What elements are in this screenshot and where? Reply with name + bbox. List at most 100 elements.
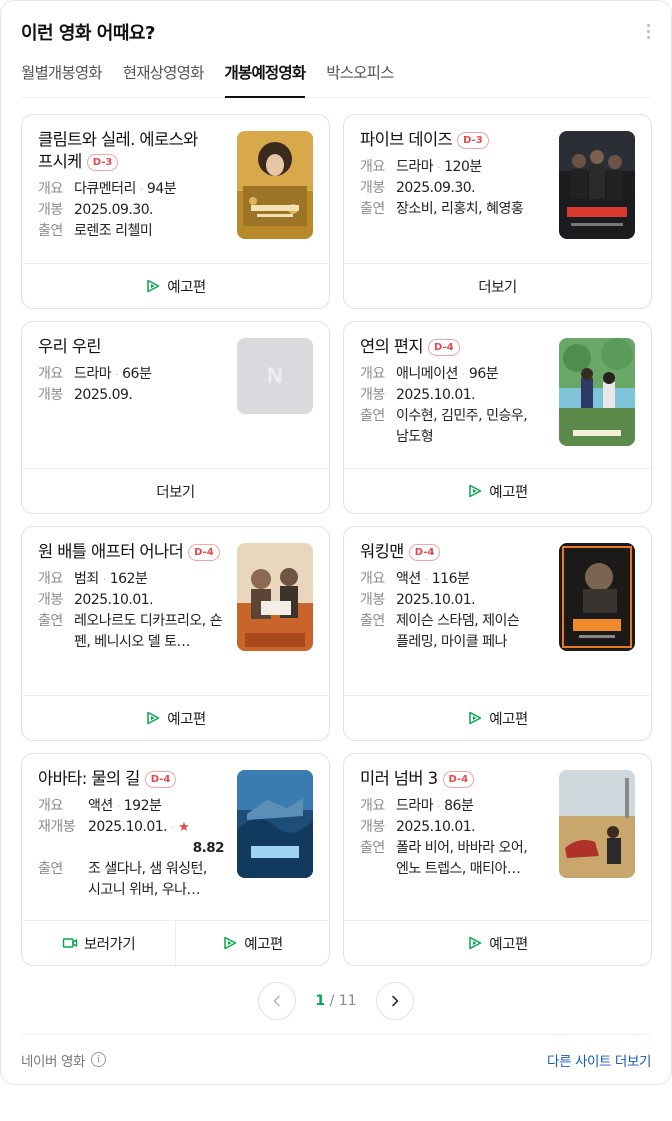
runtime: 120분 (444, 159, 482, 175)
movie-poster[interactable] (559, 543, 635, 651)
more-options-icon[interactable] (641, 21, 655, 41)
movie-title: 파이브 데이즈 (360, 130, 453, 149)
more-label: 더보기 (478, 279, 517, 296)
cast: 폴라 비어, 바바라 오어, 엔노 트렙스, 매티아… (396, 840, 528, 877)
summary-label: 개요 (360, 571, 385, 587)
current-page: 1 (315, 993, 326, 1009)
genre: 드라마 (74, 366, 112, 382)
trailer-label: 예고편 (489, 484, 528, 501)
tab-box-office[interactable]: 박스오피스 (326, 57, 394, 98)
release-label: 개봉 (360, 592, 385, 608)
dday-badge: D-4 (442, 771, 475, 788)
prev-page-button[interactable] (258, 982, 296, 1020)
cast: 제이슨 스타뎀, 제이슨 플레밍, 마이클 페나 (396, 613, 520, 650)
movie-poster[interactable] (237, 131, 313, 239)
genre: 액션 (396, 571, 421, 587)
trailer-button[interactable]: 예고편 (344, 469, 651, 513)
trailer-button[interactable]: 예고편 (344, 921, 651, 965)
genre: 드라마 (396, 798, 434, 814)
movie-title-link[interactable]: 워킹맨 D-4 (360, 541, 546, 563)
tab-monthly-release[interactable]: 월별개봉영화 (21, 57, 103, 98)
trailer-button[interactable]: 예고편 (22, 696, 329, 740)
play-icon (469, 711, 482, 725)
video-camera-icon (62, 938, 78, 948)
movie-poster[interactable] (559, 770, 635, 878)
release-label: 개봉 (38, 202, 63, 218)
genre: 다큐멘터리 (74, 181, 136, 197)
other-sites-link[interactable]: 다른 사이트 더보기 (547, 1050, 651, 1070)
total-pages: 11 (338, 993, 357, 1009)
tab-now-showing[interactable]: 현재상영영화 (123, 57, 205, 98)
play-icon (224, 936, 237, 950)
release-label: 개봉 (360, 387, 385, 403)
cast-label: 출연 (360, 840, 385, 856)
trailer-label: 예고편 (167, 279, 206, 296)
genre: 애니메이션 (396, 366, 458, 382)
category-tabs: 월별개봉영화 현재상영영화 개봉예정영화 박스오피스 (21, 57, 651, 98)
trailer-button[interactable]: 예고편 (344, 696, 651, 740)
cast: 이수현, 김민주, 민승우, 남도형 (396, 408, 528, 445)
dday-badge: D-4 (427, 339, 460, 356)
trailer-label: 예고편 (244, 936, 283, 953)
release-label: 개봉 (38, 387, 63, 403)
trailer-label: 예고편 (489, 711, 528, 728)
chevron-left-icon (273, 995, 280, 1007)
movie-title-link[interactable]: 클림트와 실레. 에로스와 프시케 D-3 (38, 129, 224, 173)
dday-badge: D-4 (144, 771, 177, 788)
summary-label: 개요 (360, 159, 385, 175)
movie-poster[interactable] (559, 131, 635, 239)
movie-poster[interactable] (559, 338, 635, 446)
runtime: 192분 (123, 798, 162, 814)
release-label: 개봉 (360, 819, 385, 835)
movie-card: 파이브 데이즈 D-3 개요 드라마 · 120분 개봉 2025.09.30. 출연 장소… (343, 114, 652, 309)
naver-logo-icon: N (267, 363, 283, 388)
trailer-button[interactable]: 예고편 (175, 921, 329, 965)
movie-title-link[interactable]: 원 배틀 애프터 어나더 D-4 (38, 541, 224, 563)
panel-title: 이런 영화 어때요? (21, 23, 155, 44)
movie-card: 클림트와 실레. 에로스와 프시케 D-3 개요 다큐멘터리 · 94분 개봉 2025.… (21, 114, 330, 309)
play-icon (147, 711, 160, 725)
runtime: 94분 (146, 181, 177, 197)
info-icon[interactable]: i (91, 1052, 106, 1067)
movie-poster[interactable] (237, 543, 313, 651)
tab-upcoming[interactable]: 개봉예정영화 (224, 57, 306, 98)
watch-label: 보러가기 (83, 936, 136, 953)
source-text: 네이버 영화 (21, 1053, 85, 1070)
rating-score: 8.82 (192, 840, 225, 856)
more-button[interactable]: 더보기 (344, 264, 651, 308)
summary-label: 개요 (38, 366, 63, 382)
poster-placeholder[interactable]: N (237, 338, 313, 414)
next-page-button[interactable] (376, 982, 414, 1020)
watch-button[interactable]: 보러가기 (22, 921, 175, 965)
movie-title-link[interactable]: 미러 넘버 3 D-4 (360, 768, 546, 790)
movie-title-link[interactable]: 파이브 데이즈 D-3 (360, 129, 546, 151)
cast-label: 출연 (38, 613, 63, 629)
summary-label: 개요 (38, 571, 63, 587)
cast-label: 출연 (38, 223, 63, 239)
movie-title: 연의 편지 (360, 337, 424, 356)
genre: 드라마 (396, 159, 434, 175)
chevron-right-icon (392, 995, 399, 1007)
summary-label: 개요 (38, 798, 63, 814)
movie-card: 미러 넘버 3 D-4 개요 드라마 · 86분 개봉 2025.10.01. 출연 폴라 … (343, 753, 652, 966)
more-label: 더보기 (156, 484, 195, 501)
dday-badge: D-3 (86, 154, 119, 171)
panel-footer: 네이버 영화 i 다른 사이트 더보기 (21, 1034, 651, 1084)
cast-label: 출연 (360, 613, 385, 629)
movie-recommendation-panel: 이런 영화 어때요? 월별개봉영화 현재상영영화 개봉예정영화 박스오피스 클림… (0, 0, 672, 1085)
more-button[interactable]: 더보기 (22, 469, 329, 513)
release-label: 개봉 (38, 592, 63, 608)
play-icon (469, 936, 482, 950)
movie-title-link[interactable]: 우리 우린 (38, 336, 224, 358)
movie-title-link[interactable]: 아바타: 물의 길 D-4 (38, 768, 224, 790)
release-date: 2025.10.01. (74, 592, 154, 608)
cast: 로렌조 리첼미 (74, 223, 153, 239)
genre: 액션 (88, 798, 113, 814)
movie-title: 원 배틀 애프터 어나더 (38, 542, 184, 561)
panel-header: 이런 영화 어때요? (21, 19, 661, 49)
movie-poster[interactable] (237, 770, 313, 878)
cast: 장소비, 리홍치, 혜영홍 (396, 201, 524, 217)
movie-title-link[interactable]: 연의 편지 D-4 (360, 336, 546, 358)
movie-card: 우리 우린 개요 드라마 · 66분 개봉 2025.09. N 더보기 (21, 321, 330, 514)
trailer-button[interactable]: 예고편 (22, 264, 329, 308)
